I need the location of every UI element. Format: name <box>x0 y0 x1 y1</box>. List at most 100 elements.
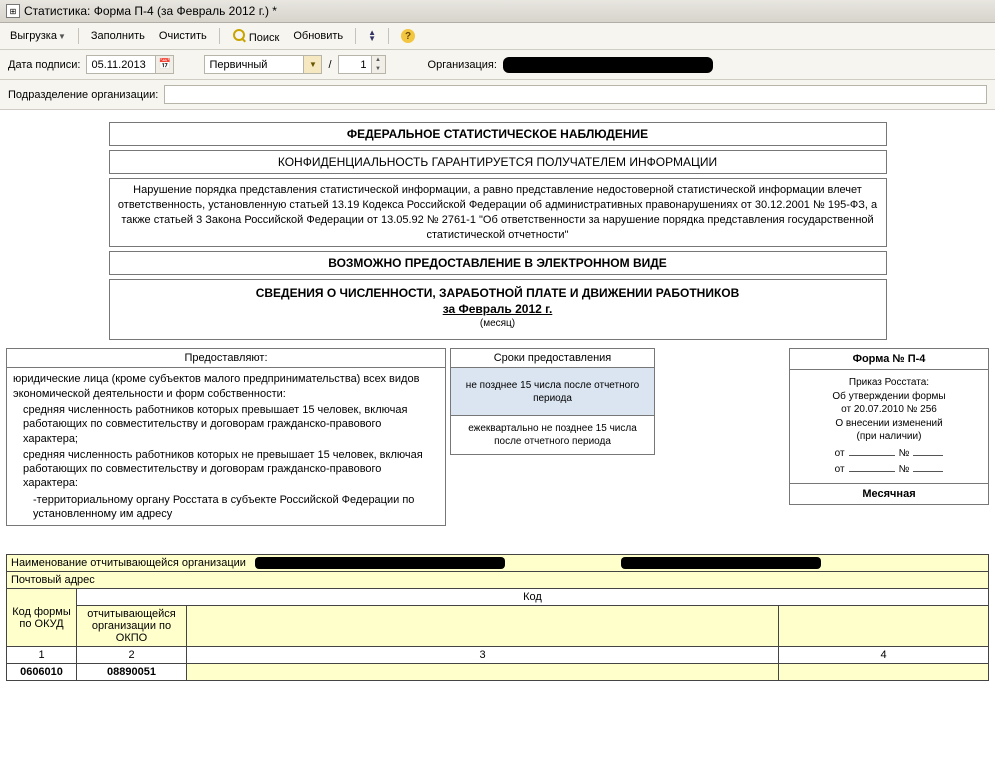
spinner-up-icon[interactable]: ▲ <box>372 56 385 65</box>
params-bar: Дата подписи: 📅 ▼ / ▲▼ Организация: <box>0 50 995 80</box>
blank-field <box>849 462 895 472</box>
dropdown-icon[interactable]: ▼ <box>304 55 322 74</box>
okpo-value: 08890051 <box>77 664 187 681</box>
subdiv-label: Подразделение организации: <box>8 89 158 101</box>
fill-button[interactable]: Заполнить <box>87 28 149 44</box>
blank-field <box>849 446 895 456</box>
providers-line: -территориальному органу Росстата в субъ… <box>13 493 439 522</box>
colnum-3: 3 <box>187 647 779 664</box>
type-input[interactable] <box>204 55 304 74</box>
report-period: за Февраль 2012 г. <box>118 302 878 316</box>
form-order-info: Приказ Росстата: Об утверждении формы от… <box>790 370 988 484</box>
header-panel-warning: Нарушение порядка представления статисти… <box>109 178 887 247</box>
form-line: (при наличии) <box>798 430 980 444</box>
ot-label: от <box>835 463 845 477</box>
providers-column: Предоставляют: юридические лица (кроме с… <box>6 348 446 526</box>
providers-header: Предоставляют: <box>7 349 446 368</box>
form-line: Об утверждении формы <box>798 390 980 404</box>
clear-button[interactable]: Очистить <box>155 28 211 44</box>
code-header: Код <box>77 589 989 606</box>
blank-field <box>913 446 943 456</box>
colnum-2: 2 <box>77 647 187 664</box>
toolbar-separator <box>78 28 79 44</box>
code-val3 <box>187 664 779 681</box>
org-name-row: Наименование отчитывающейся организации <box>7 555 989 572</box>
form-ot-line: от № <box>798 446 980 461</box>
providers-body: юридические лица (кроме субъектов малого… <box>7 368 446 526</box>
no-label: № <box>899 447 910 461</box>
update-button[interactable]: Обновить <box>289 28 347 44</box>
window-title-bar: ⊞ Статистика: Форма П-4 (за Февраль 2012… <box>0 0 995 23</box>
deadlines-header: Сроки предоставления <box>451 349 655 368</box>
deadlines-column: Сроки предоставления не позднее 15 числа… <box>450 348 655 455</box>
postal-row: Почтовый адрес <box>7 572 989 589</box>
code-col4 <box>779 606 989 647</box>
colnum-1: 1 <box>7 647 77 664</box>
form-line: от 20.07.2010 № 256 <box>798 403 980 417</box>
org-details-table: Наименование отчитывающейся организации … <box>6 554 989 681</box>
form-ot-line: от № <box>798 462 980 477</box>
org-name-redacted2 <box>621 557 821 569</box>
ot-label: от <box>835 447 845 461</box>
form-info-box: Форма № П-4 Приказ Росстата: Об утвержде… <box>789 348 989 505</box>
updown-button[interactable]: ▲▼ <box>364 28 380 44</box>
date-field: 📅 <box>86 55 174 74</box>
subdiv-bar: Подразделение организации: <box>0 80 995 110</box>
subdiv-input[interactable] <box>164 85 987 104</box>
search-button[interactable]: Поиск <box>228 26 284 46</box>
deadlines-table: Сроки предоставления не позднее 15 числа… <box>450 348 655 455</box>
number-input[interactable] <box>338 55 372 74</box>
spinner-down-icon[interactable]: ▼ <box>372 65 385 74</box>
help-button[interactable]: ? <box>397 27 419 45</box>
org-value-redacted <box>503 57 713 73</box>
type-field: ▼ <box>204 55 322 74</box>
report-title: СВЕДЕНИЯ О ЧИСЛЕННОСТИ, ЗАРАБОТНОЙ ПЛАТЕ… <box>118 286 878 300</box>
okud-value: 0606010 <box>7 664 77 681</box>
deadline-cell-2: ежеквартально не позднее 15 числа после … <box>451 416 655 455</box>
search-label: Поиск <box>249 32 279 44</box>
providers-line: юридические лица (кроме субъектов малого… <box>13 372 439 401</box>
toolbar-separator <box>355 28 356 44</box>
search-icon <box>232 28 246 42</box>
header-panel-confidential: КОНФИДЕНЦИАЛЬНОСТЬ ГАРАНТИРУЕТСЯ ПОЛУЧАТ… <box>109 150 887 174</box>
okpo-header: отчитывающейся организации по ОКПО <box>77 606 187 647</box>
providers-table: Предоставляют: юридические лица (кроме с… <box>6 348 446 526</box>
toolbar-separator <box>388 28 389 44</box>
header-panel-electronic: ВОЗМОЖНО ПРЕДОСТАВЛЕНИЕ В ЭЛЕКТРОННОМ ВИ… <box>109 251 887 275</box>
updown-icon: ▲▼ <box>368 30 376 42</box>
slash-label: / <box>328 59 331 71</box>
date-label: Дата подписи: <box>8 59 80 71</box>
code-val4 <box>779 664 989 681</box>
fill-label: Заполнить <box>91 30 145 42</box>
blank-field <box>913 462 943 472</box>
dropdown-caret-icon: ▼ <box>58 32 66 41</box>
date-input[interactable] <box>86 55 156 74</box>
org-label: Организация: <box>428 59 497 71</box>
code-col3 <box>187 606 779 647</box>
form-number: Форма № П-4 <box>790 349 988 370</box>
colnum-4: 4 <box>779 647 989 664</box>
deadline-cell-1: не позднее 15 числа после отчетного пери… <box>451 368 655 416</box>
clear-label: Очистить <box>159 30 207 42</box>
window-icon: ⊞ <box>6 4 20 18</box>
toolbar-separator <box>219 28 220 44</box>
calendar-icon[interactable]: 📅 <box>156 55 174 74</box>
providers-line: средняя численность работников которых н… <box>13 448 439 491</box>
unload-button[interactable]: Выгрузка▼ <box>6 28 70 44</box>
form-periodicity: Месячная <box>790 484 988 504</box>
form-info-column: Форма № П-4 Приказ Росстата: Об утвержде… <box>659 348 989 505</box>
main-toolbar: Выгрузка▼ Заполнить Очистить Поиск Обнов… <box>0 23 995 50</box>
help-icon: ? <box>401 29 415 43</box>
org-name-redacted <box>255 557 505 569</box>
spinner-buttons[interactable]: ▲▼ <box>372 55 386 74</box>
form-line: О внесении изменений <box>798 417 980 431</box>
form-line: Приказ Росстата: <box>798 376 980 390</box>
number-field: ▲▼ <box>338 55 386 74</box>
unload-label: Выгрузка <box>10 30 57 42</box>
document-content: ФЕДЕРАЛЬНОЕ СТАТИСТИЧЕСКОЕ НАБЛЮДЕНИЕ КО… <box>0 110 995 693</box>
okud-header: Код формы по ОКУД <box>7 589 77 647</box>
report-period-sub: (месяц) <box>118 318 878 329</box>
update-label: Обновить <box>293 30 343 42</box>
header-panel-federal: ФЕДЕРАЛЬНОЕ СТАТИСТИЧЕСКОЕ НАБЛЮДЕНИЕ <box>109 122 887 146</box>
window-title: Статистика: Форма П-4 (за Февраль 2012 г… <box>24 4 277 18</box>
